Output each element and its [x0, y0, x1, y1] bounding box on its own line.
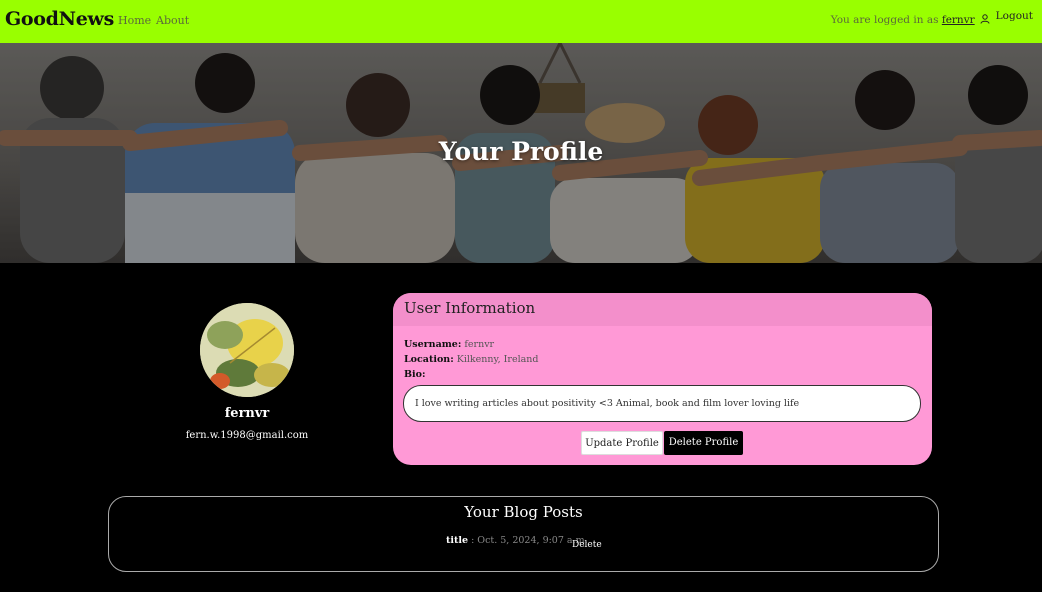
username-label: Username: [404, 339, 462, 350]
avatar [200, 303, 294, 397]
username-field: Username: fernvr [404, 339, 494, 350]
card-header: User Information [393, 293, 932, 326]
logout-link[interactable]: Logout [996, 10, 1033, 22]
navbar: GoodNews Home About You are logged in as… [0, 0, 1042, 43]
nav-about-link[interactable]: About [156, 14, 189, 27]
delete-post-button[interactable]: Delete [572, 540, 602, 550]
username-value: fernvr [464, 339, 495, 350]
post-title-link[interactable]: title [446, 535, 468, 546]
user-icon [980, 14, 990, 24]
bio-label: Bio: [404, 369, 426, 380]
bio-text: I love writing articles about positivity… [403, 385, 921, 422]
profile-name: fernvr [224, 406, 270, 421]
avatar-image [200, 303, 294, 397]
delete-profile-button[interactable]: Delete Profile [664, 431, 743, 455]
list-item: title : Oct. 5, 2024, 9:07 a.m. [446, 535, 588, 546]
location-field: Location: Kilkenny, Ireland [404, 354, 539, 365]
user-information-card: User Information Username: fernvr Locati… [393, 293, 932, 465]
post-separator: : [468, 535, 478, 546]
hero-banner: Your Profile [0, 43, 1042, 263]
blog-posts-title: Your Blog Posts [464, 503, 583, 521]
logged-in-status: You are logged in as fernvr [831, 14, 990, 26]
page-title: Your Profile [438, 137, 604, 166]
location-value: Kilkenny, Ireland [456, 354, 539, 365]
location-label: Location: [404, 354, 454, 365]
logged-in-username-link[interactable]: fernvr [942, 14, 975, 26]
blog-posts-section: Your Blog Posts title : Oct. 5, 2024, 9:… [108, 496, 939, 572]
update-profile-button[interactable]: Update Profile [581, 431, 663, 455]
bio-field: Bio: [404, 369, 425, 380]
nav-home-link[interactable]: Home [118, 14, 151, 27]
brand-logo[interactable]: GoodNews [5, 8, 114, 30]
profile-email: fern.w.1998@gmail.com [185, 430, 309, 441]
logged-in-prefix: You are logged in as [830, 14, 939, 26]
